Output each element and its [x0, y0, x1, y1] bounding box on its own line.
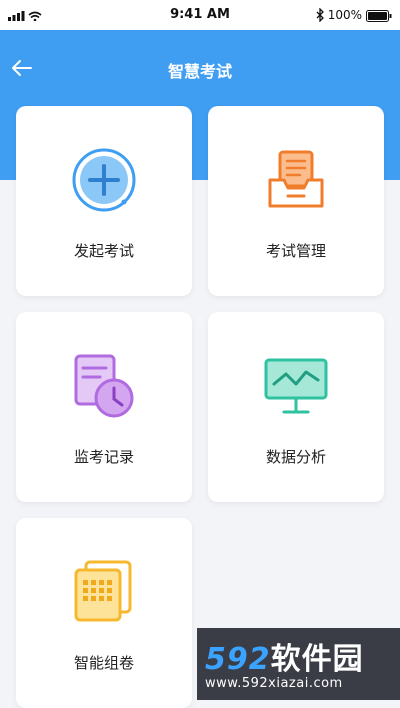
menu-card-proctor-records[interactable]: 监考记录 [16, 312, 192, 502]
status-bar: 9:41 AM 100% [0, 0, 400, 30]
menu-label: 考试管理 [265, 242, 326, 260]
add-circle-icon [72, 148, 136, 212]
menu-label: 监考记录 [73, 448, 134, 466]
paper-stack-icon [74, 560, 132, 622]
watermark: 592软件园 www.592xiazai.com [197, 628, 400, 700]
watermark-url: www.592xiazai.com [205, 676, 343, 691]
menu-label: 数据分析 [265, 448, 326, 466]
menu-card-data-analysis[interactable]: 数据分析 [208, 312, 384, 502]
record-clock-icon [74, 354, 134, 418]
menu-card-start-exam[interactable]: 发起考试 [16, 106, 192, 296]
menu-label: 智能组卷 [73, 654, 134, 672]
inbox-tray-icon [268, 150, 324, 208]
battery-icon [366, 10, 392, 22]
battery-percent: 100% [327, 8, 362, 22]
watermark-logo: 592软件园 [205, 642, 364, 677]
menu-card-smart-paper[interactable]: 智能组卷 [16, 518, 192, 708]
page-title: 智慧考试 [167, 62, 232, 81]
menu-card-exam-management[interactable]: 考试管理 [208, 106, 384, 296]
bluetooth-icon [316, 8, 324, 22]
presentation-chart-icon [264, 358, 328, 414]
menu-label: 发起考试 [73, 242, 134, 260]
